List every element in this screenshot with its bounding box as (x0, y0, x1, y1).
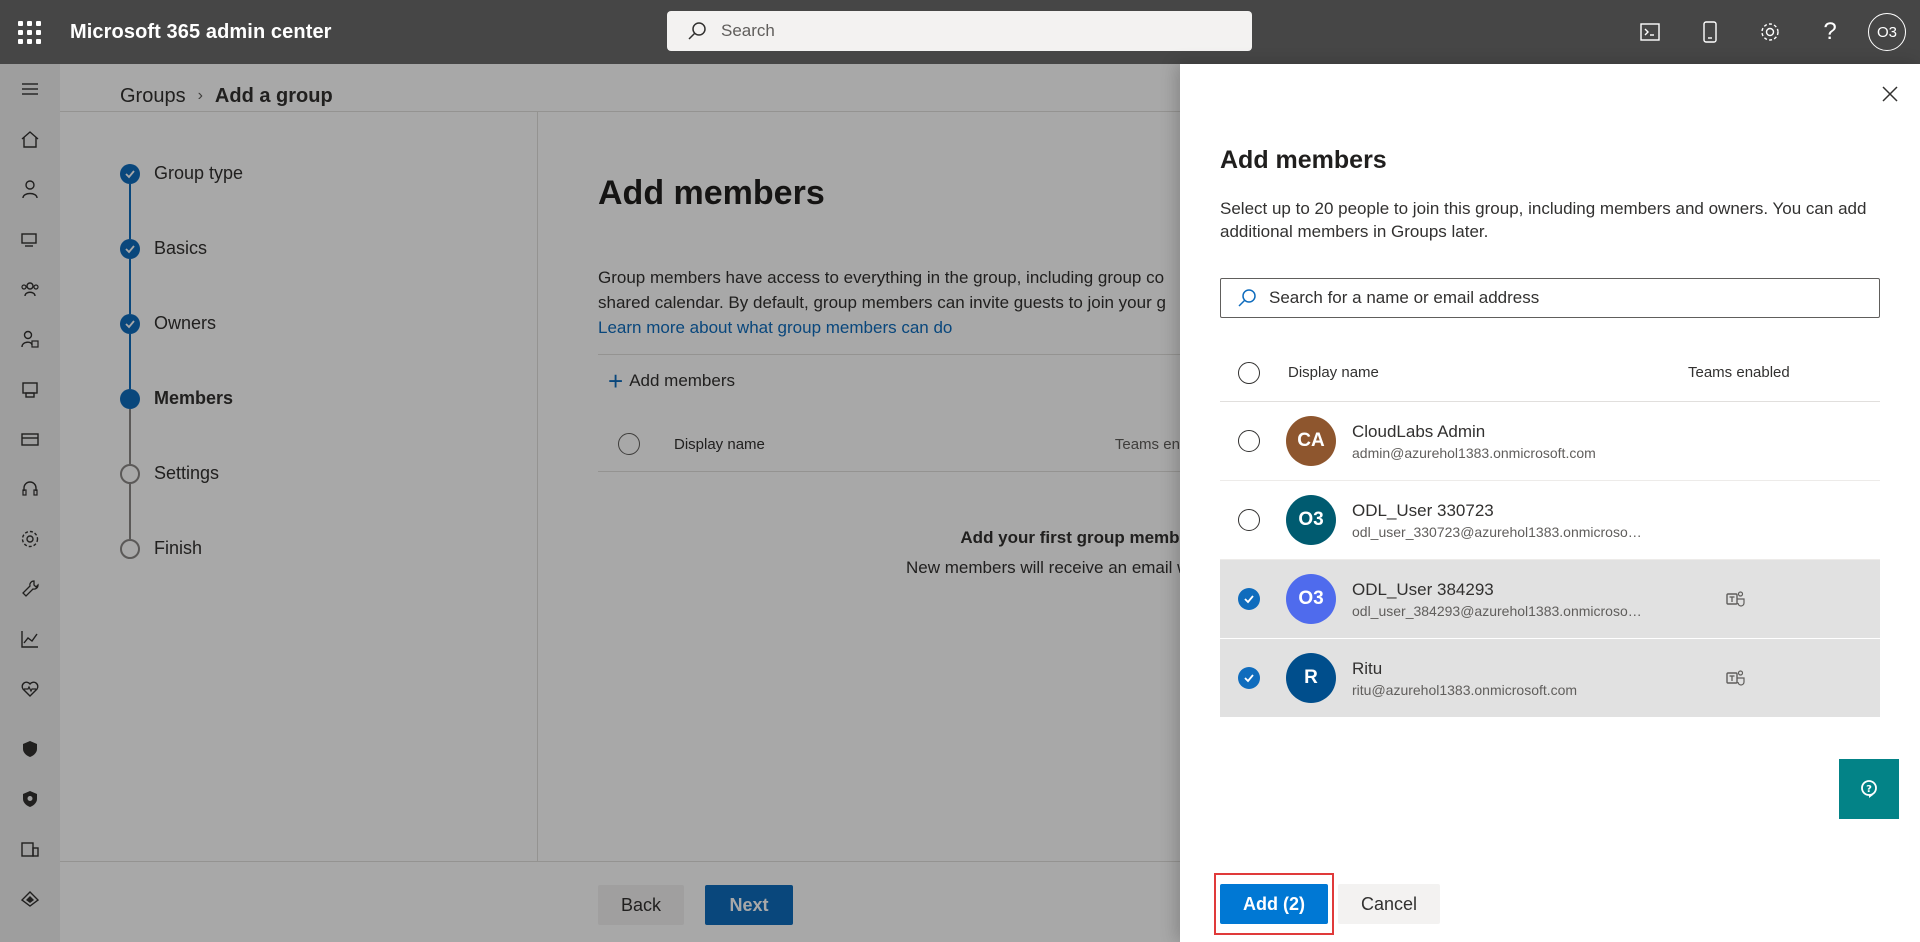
person-info: CloudLabs Admin admin@azurehol1383.onmic… (1352, 422, 1686, 461)
table-row[interactable]: CA CloudLabs Admin admin@azurehol1383.on… (1220, 402, 1880, 481)
person-email: odl_user_330723@azurehol1383.onmicrosoft… (1352, 523, 1642, 540)
search-placeholder: Search (721, 21, 775, 40)
user-avatar[interactable]: O3 (1868, 13, 1906, 51)
cancel-button[interactable]: Cancel (1338, 884, 1440, 924)
avatar: R (1286, 653, 1336, 703)
top-bar: Microsoft 365 admin center Search ? O3 (0, 0, 1920, 64)
person-info: Ritu ritu@azurehol1383.onmicrosoft.com (1352, 659, 1686, 698)
global-search-input[interactable]: Search (667, 11, 1252, 51)
person-name: Ritu (1352, 658, 1383, 678)
modal-overlay[interactable] (0, 64, 1180, 942)
close-icon[interactable] (1878, 82, 1902, 106)
member-search-input[interactable]: Search for a name or email address (1220, 278, 1880, 318)
terminal-icon[interactable] (1620, 0, 1680, 64)
search-icon (688, 22, 706, 40)
chat-help-icon: ? (1861, 780, 1877, 798)
people-table: Display name Teams enabled CA CloudLabs … (1220, 344, 1880, 718)
avatar: CA (1286, 416, 1336, 466)
checkmark-icon[interactable] (1238, 588, 1260, 610)
column-display-name[interactable]: Display name (1288, 364, 1688, 381)
table-row[interactable]: O3 ODL_User 384293 odl_user_384293@azure… (1220, 560, 1880, 639)
panel-title: Add members (1220, 146, 1387, 174)
table-row[interactable]: R Ritu ritu@azurehol1383.onmicrosoft.com (1220, 639, 1880, 718)
help-icon[interactable]: ? (1800, 0, 1860, 64)
person-email: ritu@azurehol1383.onmicrosoft.com (1352, 681, 1578, 698)
checkmark-icon[interactable] (1238, 667, 1260, 689)
table-row[interactable]: O3 ODL_User 330723 odl_user_330723@azure… (1220, 481, 1880, 560)
avatar: O3 (1286, 495, 1336, 545)
person-email: admin@azurehol1383.onmicrosoft.com (1352, 444, 1596, 461)
panel-description: Select up to 20 people to join this grou… (1220, 199, 1867, 241)
person-info: ODL_User 384293 odl_user_384293@azurehol… (1352, 580, 1686, 619)
teams-icon (1724, 666, 1748, 690)
person-name: CloudLabs Admin (1352, 421, 1486, 441)
search-placeholder: Search for a name or email address (1269, 288, 1540, 307)
mobile-icon[interactable] (1680, 0, 1740, 64)
search-icon (1238, 289, 1256, 307)
waffle-icon (17, 20, 41, 44)
settings-gear-icon[interactable] (1740, 0, 1800, 64)
help-chat-button[interactable]: ? (1839, 759, 1899, 819)
add-selected-button[interactable]: Add (2) (1220, 884, 1328, 924)
add-members-panel: Add members Select up to 20 people to jo… (1180, 64, 1920, 942)
row-select-radio[interactable] (1238, 509, 1260, 531)
teams-icon (1724, 587, 1748, 611)
person-name: ODL_User 384293 (1352, 579, 1494, 599)
app-title[interactable]: Microsoft 365 admin center (70, 21, 332, 44)
avatar: O3 (1286, 574, 1336, 624)
person-email: odl_user_384293@azurehol1383.onmicrosoft… (1352, 602, 1642, 619)
row-select-radio[interactable] (1238, 430, 1260, 452)
select-all-radio[interactable] (1238, 361, 1260, 384)
person-name: ODL_User 330723 (1352, 500, 1494, 520)
app-launcher-button[interactable] (0, 0, 58, 64)
people-table-header: Display name Teams enabled (1220, 344, 1880, 402)
svg-text:?: ? (1866, 784, 1872, 795)
person-info: ODL_User 330723 odl_user_330723@azurehol… (1352, 501, 1686, 540)
column-teams-enabled[interactable]: Teams enabled (1688, 364, 1790, 381)
